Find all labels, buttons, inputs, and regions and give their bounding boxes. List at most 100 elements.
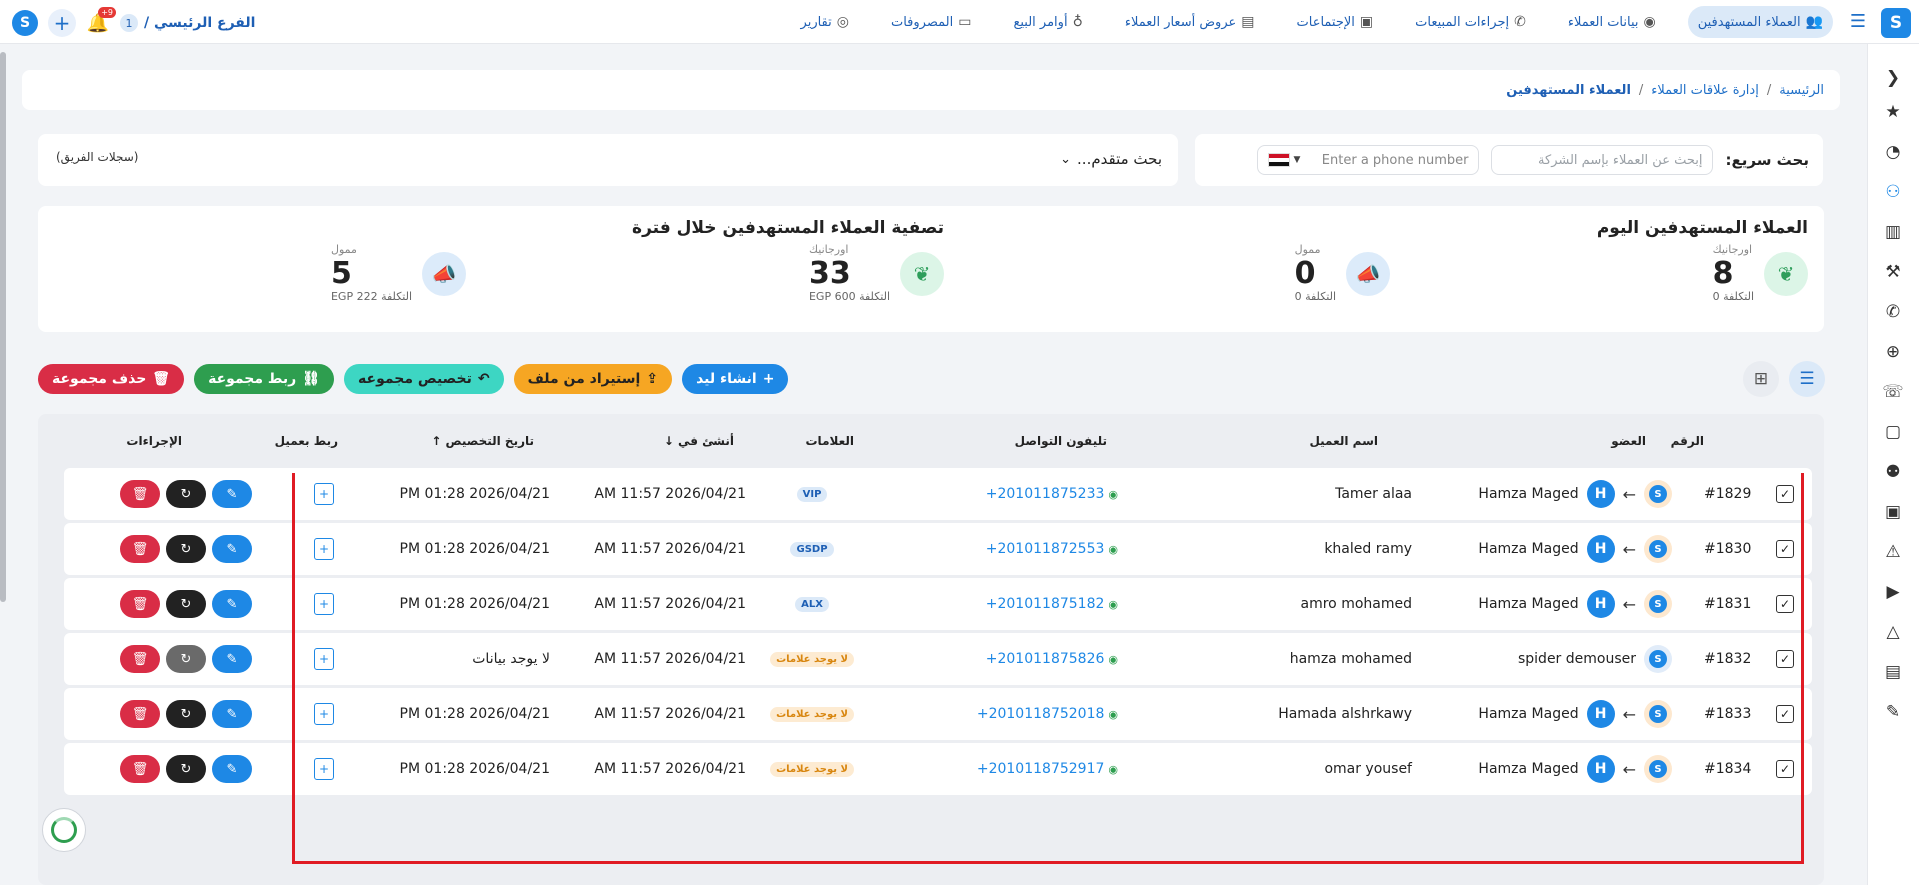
refresh-icon[interactable]: ↻ <box>166 755 206 783</box>
delete-group-button[interactable]: 🗑 حذف مجموعة <box>38 364 185 394</box>
brand-logo[interactable]: S <box>1881 8 1911 38</box>
grid-view-icon[interactable]: ⊞ <box>1743 361 1779 397</box>
app-logo[interactable]: S <box>12 10 38 36</box>
link-group-label: ربط مجموعة <box>208 371 297 387</box>
warning-icon[interactable]: ⚠ <box>1881 540 1905 564</box>
edit-icon[interactable]: ✎ <box>212 590 252 618</box>
col-created-at[interactable]: أنشئ في ↓ <box>664 434 734 448</box>
upload-icon: ⇪ <box>646 371 659 387</box>
breadcrumb-home[interactable]: الرئيسية <box>1779 83 1824 98</box>
stat-cost: التكلفة 0 <box>1294 290 1336 304</box>
microscope-icon[interactable]: ⚒ <box>1881 260 1905 284</box>
nav-item-quotes[interactable]: ▤ عروض أسعار العملاء <box>1115 6 1265 38</box>
chevron-left-icon[interactable]: ❮ <box>1881 66 1905 90</box>
stat-today-paid: 📣 ممول 0 التكلفة 0 <box>1294 243 1390 304</box>
team-icon[interactable]: ⚉ <box>1881 460 1905 484</box>
cards-icon[interactable]: ▢ <box>1881 420 1905 444</box>
page-scrollbar[interactable] <box>0 52 6 602</box>
refresh-icon[interactable]: ↻ <box>166 700 206 728</box>
import-file-button[interactable]: ⇪ إستيراد من ملف <box>513 364 673 394</box>
quote-icon: ▤ <box>1241 14 1255 30</box>
edit-icon[interactable]: ✎ <box>212 700 252 728</box>
company-search-input[interactable]: إبحث عن العملاء بإسم الشركة <box>1491 145 1714 175</box>
link-group-button[interactable]: ⛓ ربط مجموعة <box>194 364 335 394</box>
delete-icon[interactable]: 🗑 <box>120 645 160 673</box>
plus-icon: + <box>762 371 775 387</box>
pen-icon[interactable]: ✎ <box>1881 700 1905 724</box>
quick-search-label: بحث سريع: <box>1725 151 1809 169</box>
telephone-icon[interactable]: ☏ <box>1881 380 1905 404</box>
breadcrumb: الرئيسية / إدارة علاقات العملاء / العملا… <box>22 70 1840 110</box>
quick-search-panel: بحث سريع: إبحث عن العملاء بإسم الشركة ▼ … <box>1195 134 1823 186</box>
nav-item-meetings[interactable]: ▣ الإجتماعات <box>1287 6 1384 38</box>
nav-label: أوامر البيع <box>1013 14 1068 30</box>
edit-icon[interactable]: ✎ <box>212 755 252 783</box>
assigned-at-label: تاريخ التخصيص <box>445 434 534 448</box>
breadcrumb-section[interactable]: إدارة علاقات العملاء <box>1651 83 1759 98</box>
stat-period-paid: 📣 ممول 5 التكلفة EGP 222 <box>331 243 466 304</box>
phone-search-input[interactable]: ▼ Enter a phone number <box>1257 145 1480 175</box>
cash-icon[interactable]: ▣ <box>1881 500 1905 524</box>
refresh-icon[interactable]: ↻ <box>166 645 206 673</box>
row-actions: ✎ ↻ 🗑 <box>120 468 252 520</box>
list-view-icon[interactable]: ☰ <box>1789 361 1825 397</box>
branch-name: الفرع الرئيسي / <box>144 15 256 31</box>
bulk-actions: 🗑 حذف مجموعة ⛓ ربط مجموعة ↶ تخصيص مجموعه ⇪ إ… <box>38 364 789 394</box>
nav-item-reports[interactable]: ◎ تقارير <box>791 6 859 38</box>
col-tags[interactable]: العلامات <box>806 434 855 448</box>
highlight-annotation-box <box>292 473 1804 864</box>
nav-item-client-data[interactable]: ◉ بيانات العملاء <box>1558 6 1666 38</box>
delete-icon[interactable]: 🗑 <box>120 480 160 508</box>
refresh-icon[interactable]: ↻ <box>166 590 206 618</box>
branch-selector[interactable]: 1 الفرع الرئيسي / <box>120 14 255 32</box>
refresh-icon[interactable]: ↻ <box>166 480 206 508</box>
col-link-client[interactable]: ربط بعميل <box>275 434 338 448</box>
team-records-label[interactable]: (سجلات الفريق) <box>56 150 138 164</box>
building-icon[interactable]: ▥ <box>1881 220 1905 244</box>
created-at-label: أنشئ في <box>677 434 734 448</box>
delete-icon[interactable]: 🗑 <box>120 535 160 563</box>
col-number[interactable]: الرقم <box>1671 434 1704 448</box>
notification-bell-icon[interactable]: 🔔 +9 <box>86 7 116 36</box>
edit-icon[interactable]: ✎ <box>212 535 252 563</box>
menu-icon[interactable]: ☰ <box>1847 12 1869 32</box>
delete-icon[interactable]: 🗑 <box>120 700 160 728</box>
nav-label: العملاء المستهدفين <box>1697 14 1801 30</box>
assign-group-button[interactable]: ↶ تخصيص مجموعه <box>344 364 504 394</box>
nav-label: عروض أسعار العملاء <box>1124 14 1237 30</box>
nav-item-sales-orders[interactable]: ♁ أوامر البيع <box>1003 6 1092 38</box>
advanced-search-panel: بحث متقدم... ⌄ (سجلات الفريق) <box>38 134 1178 186</box>
star-icon[interactable]: ★ <box>1881 100 1905 124</box>
delete-icon[interactable]: 🗑 <box>120 590 160 618</box>
phone-placeholder: Enter a phone number <box>1321 152 1469 168</box>
country-selector[interactable]: ▼ <box>1268 153 1300 167</box>
nav-label: بيانات العملاء <box>1567 14 1639 30</box>
nav-item-sales-actions[interactable]: ✆ إجراءات المبيعات <box>1405 6 1536 38</box>
megaphone-icon: 📣 <box>1346 251 1390 296</box>
assign-group-label: تخصيص مجموعه <box>358 371 472 387</box>
nav-item-target-clients[interactable]: 👥 العملاء المستهدفين <box>1687 6 1833 38</box>
add-icon[interactable]: + <box>48 9 76 37</box>
invoice-icon[interactable]: ▤ <box>1881 660 1905 684</box>
edit-icon[interactable]: ✎ <box>212 645 252 673</box>
users-icon[interactable]: ⚇ <box>1881 180 1905 204</box>
triangle-ruler-icon[interactable]: △ <box>1881 620 1905 644</box>
nav-label: المصروفات <box>890 14 954 30</box>
gps-icon[interactable]: ⊕ <box>1881 340 1905 364</box>
col-assigned-at[interactable]: تاريخ التخصيص ↑ <box>431 434 534 448</box>
delete-icon[interactable]: 🗑 <box>120 755 160 783</box>
nav-item-expenses[interactable]: ▭ المصروفات <box>881 6 981 38</box>
phone-call-icon[interactable]: ✆ <box>1881 300 1905 324</box>
advanced-search-toggle[interactable]: بحث متقدم... ⌄ <box>1060 150 1162 168</box>
create-lead-button[interactable]: + انشاء ليد <box>682 364 789 394</box>
dashboard-icon[interactable]: ◔ <box>1881 140 1905 164</box>
period-stats-title[interactable]: تصفية العملاء المستهدفين خلال فترة <box>632 218 944 238</box>
video-icon[interactable]: ▶ <box>1881 580 1905 604</box>
refresh-icon[interactable]: ↻ <box>166 535 206 563</box>
col-client-name[interactable]: اسم العميل <box>1309 434 1378 448</box>
trash-icon: 🗑 <box>152 371 171 387</box>
edit-icon[interactable]: ✎ <box>212 480 252 508</box>
row-actions: ✎ ↻ 🗑 <box>120 633 252 685</box>
col-member[interactable]: العضو <box>1611 434 1646 448</box>
col-phone[interactable]: تليفون التواصل <box>1015 434 1107 448</box>
